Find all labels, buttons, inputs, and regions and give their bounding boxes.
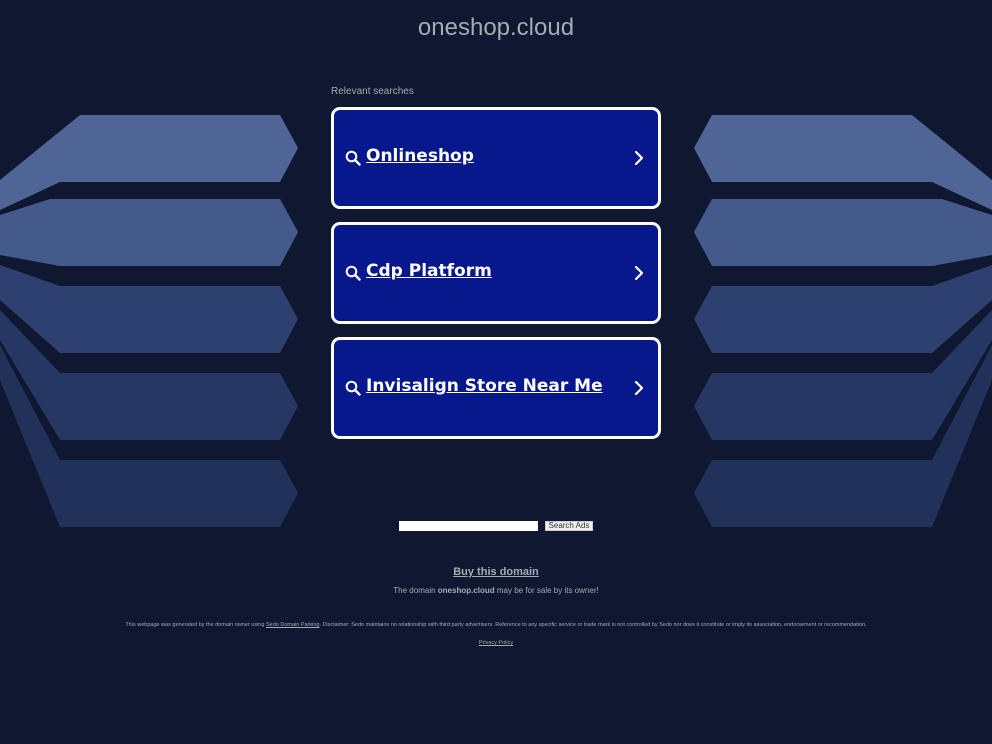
page-title: oneshop.cloud	[417, 14, 575, 41]
sale-prefix: The domain	[393, 586, 438, 595]
related-search-label[interactable]: Onlineshop	[366, 146, 474, 166]
sale-domain: oneshop.cloud	[437, 586, 495, 595]
related-search-link-onlineshop[interactable]: Onlineshop	[331, 107, 661, 209]
main-content: oneshop.cloud Relevant searches Onlinesh…	[0, 0, 992, 744]
privacy-policy-link[interactable]: Privacy Policy	[479, 640, 513, 646]
search-icon	[345, 150, 361, 166]
related-search-label[interactable]: Cdp Platform	[366, 261, 492, 281]
search-ads-button[interactable]: Search Ads	[545, 521, 593, 531]
chevron-right-icon	[634, 381, 644, 395]
parking-page: oneshop.cloud Relevant searches Onlinesh…	[0, 0, 992, 744]
chevron-right-icon	[634, 151, 644, 165]
search-icon	[345, 265, 361, 281]
chevron-right-icon	[634, 266, 644, 280]
search-icon	[345, 380, 361, 396]
sale-notice: The domain oneshop.cloud may be for sale…	[0, 586, 992, 595]
disclaimer-text: This webpage was generated by the domain…	[30, 622, 962, 628]
search-bar: Search Ads	[0, 521, 992, 533]
disclaimer-suffix: . Disclaimer: Sedo maintains no relation…	[319, 622, 867, 628]
related-search-link-invisalign[interactable]: Invisalign Store Near Me	[331, 337, 661, 439]
privacy-policy: Privacy Policy	[0, 640, 992, 646]
disclaimer-prefix: This webpage was generated by the domain…	[125, 622, 266, 628]
related-search-label[interactable]: Invisalign Store Near Me	[366, 376, 603, 396]
related-searches-label: Relevant searches	[331, 86, 414, 97]
buy-domain-link[interactable]: Buy this domain	[0, 566, 992, 578]
related-search-link-cdp-platform[interactable]: Cdp Platform	[331, 222, 661, 324]
sedo-parking-link[interactable]: Sedo Domain Parking	[266, 622, 320, 628]
search-input[interactable]	[399, 521, 538, 531]
sale-suffix: may be for sale by its owner!	[494, 586, 599, 595]
